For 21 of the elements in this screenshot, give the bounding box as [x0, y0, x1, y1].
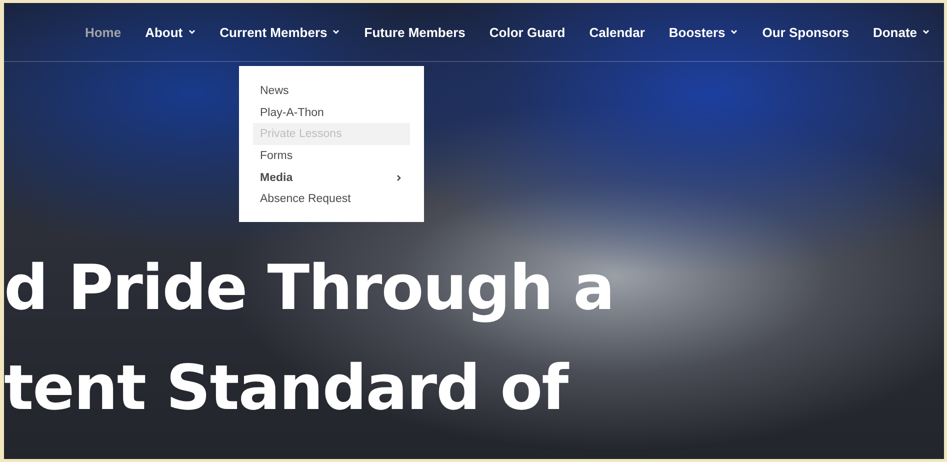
chevron-down-icon — [332, 28, 340, 36]
chevron-down-icon — [730, 28, 738, 36]
nav-link[interactable]: Our Sponsors — [750, 24, 861, 40]
hero-heading: tent Standard of — [4, 350, 570, 426]
nav-link[interactable]: Donate — [860, 24, 942, 40]
chevron-right-icon — [395, 174, 403, 182]
nav-link[interactable]: Home — [72, 24, 134, 40]
chevron-down-icon — [188, 28, 196, 36]
chevron-down-icon — [922, 28, 930, 36]
nav-link[interactable]: Current Members — [208, 24, 352, 40]
nav-link[interactable]: Color Guard — [477, 24, 578, 40]
hero-heading: d Pride Through a — [4, 250, 615, 326]
menu-item[interactable]: Play-A-Thon — [253, 102, 410, 124]
nav-link[interactable]: Calendar — [577, 24, 657, 40]
nav-link[interactable]: Future Members — [352, 24, 478, 40]
nav-link[interactable]: About — [133, 24, 208, 40]
nav-link[interactable]: Boosters — [656, 24, 750, 40]
menu-item[interactable]: Forms — [253, 145, 410, 167]
menu-item[interactable]: Media — [253, 166, 410, 188]
menu-item[interactable]: Absence Request — [253, 188, 410, 210]
menu-item[interactable]: News — [253, 80, 410, 102]
